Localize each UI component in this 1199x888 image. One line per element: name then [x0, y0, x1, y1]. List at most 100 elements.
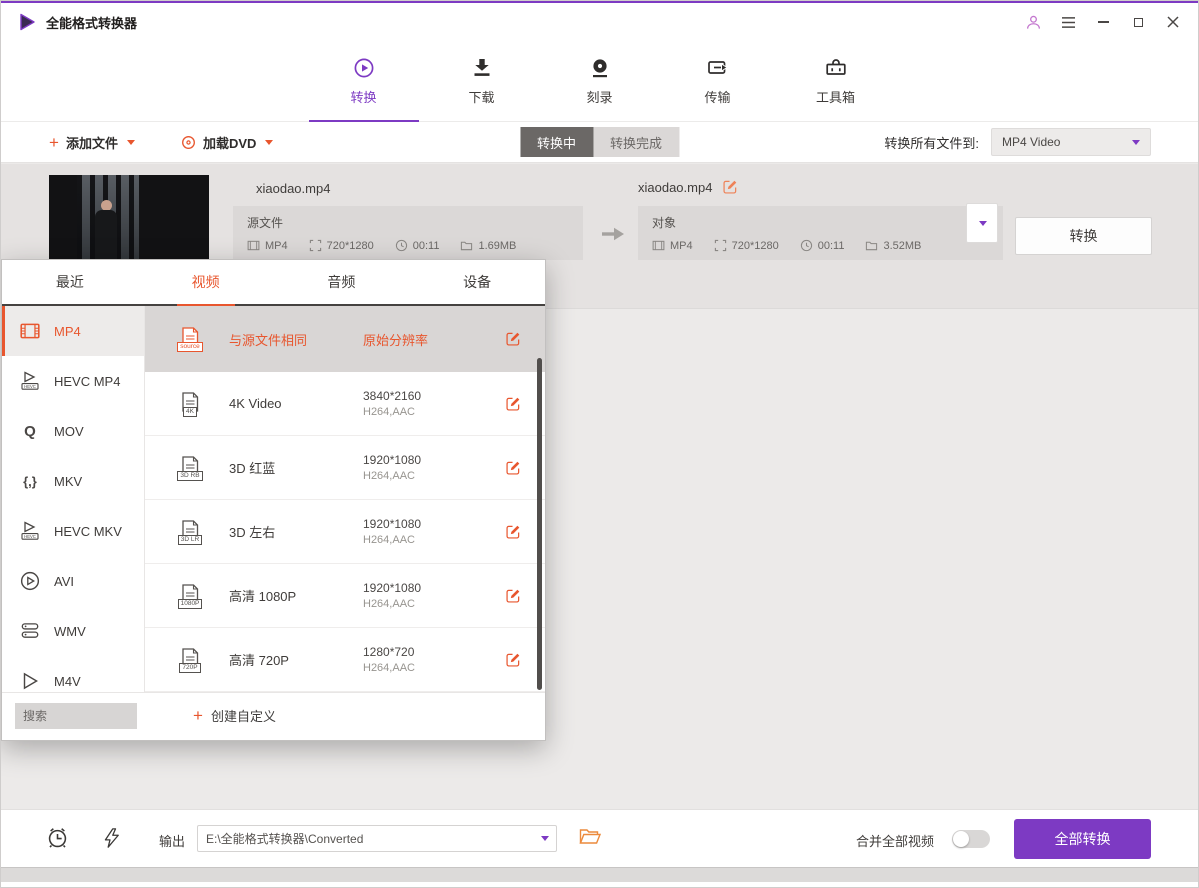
tab-converting[interactable]: 转换中: [520, 127, 593, 157]
tab-burn[interactable]: 刻录: [567, 41, 633, 121]
format-item-hevc-mp4[interactable]: HEVC HEVC MP4: [2, 356, 144, 406]
target-size: 3.52MB: [865, 239, 921, 252]
preset-hd-720p[interactable]: 720P 高清 720P 1280*720H264,AAC: [145, 628, 545, 692]
preset-scrollbar[interactable]: [537, 358, 542, 690]
maximize-button[interactable]: [1129, 13, 1147, 31]
layers-icon: [18, 619, 42, 643]
add-files-button[interactable]: + 添加文件: [49, 133, 135, 152]
popup-tab-recent[interactable]: 最近: [2, 260, 138, 304]
preset-same-as-source[interactable]: source 与源文件相同 原始分辨率: [145, 306, 545, 372]
queue-tabs: 转换中 转换完成: [520, 127, 679, 157]
edit-preset-icon[interactable]: [505, 588, 521, 604]
app-window: 全能格式转换器 转换 下载 刻录 传输 工具箱: [0, 0, 1199, 888]
chevron-down-icon[interactable]: [541, 836, 549, 841]
high-speed-icon[interactable]: [100, 827, 120, 849]
format-picker-popup: 最近 视频 音频 设备 MP4 HEVC HEVC MP4 Q: [1, 259, 546, 741]
video-format-icon: [652, 239, 665, 252]
source-file-name: xiaodao.mp4: [256, 181, 330, 196]
edit-preset-icon[interactable]: [505, 524, 521, 540]
preset-4k-video[interactable]: 4K 4K Video 3840*2160H264,AAC: [145, 372, 545, 436]
output-format-select[interactable]: MP4 Video: [991, 128, 1151, 156]
popup-tab-device[interactable]: 设备: [409, 260, 545, 304]
format-search-input[interactable]: [15, 703, 137, 729]
convert-all-button[interactable]: 全部转换: [1014, 819, 1151, 859]
preset-3d-left-right[interactable]: 3D LR 3D 左右 1920*1080H264,AAC: [145, 500, 545, 564]
content-area: xiaodao.mp4 源文件 MP4 720*1280 00:11 1.69M…: [1, 163, 1198, 809]
format-item-m4v[interactable]: M4V: [2, 656, 144, 692]
load-dvd-button[interactable]: 加载DVD: [181, 133, 273, 152]
account-icon[interactable]: [1024, 13, 1042, 31]
chevron-down-icon: [127, 140, 135, 145]
resolution-icon: [714, 239, 727, 252]
create-custom-button[interactable]: + 创建自定义: [193, 706, 276, 725]
resolution-icon: [309, 239, 322, 252]
menu-icon[interactable]: [1059, 13, 1077, 31]
flow-arrow-icon: [600, 225, 626, 243]
target-format-dropdown-button[interactable]: [966, 203, 998, 243]
transfer-icon: [706, 56, 730, 80]
tab-download[interactable]: 下载: [449, 41, 515, 121]
footer-bar: 输出 合并全部视频 全部转换: [1, 809, 1198, 867]
hevc-play-icon: HEVC: [18, 519, 42, 543]
popup-tab-video[interactable]: 视频: [138, 260, 274, 304]
hevc-play-icon: HEVC: [18, 369, 42, 393]
tab-convert-label: 转换: [350, 87, 376, 106]
format-picker-body: MP4 HEVC HEVC MP4 Q MOV {,} MKV: [2, 306, 545, 692]
format-item-wmv[interactable]: WMV: [2, 606, 144, 656]
minimize-button[interactable]: [1094, 13, 1112, 31]
plus-icon: +: [193, 707, 203, 724]
titlebar: 全能格式转换器: [1, 3, 1198, 41]
create-custom-label: 创建自定义: [211, 706, 276, 725]
toolbox-icon: [824, 56, 848, 80]
popup-tab-audio[interactable]: 音频: [274, 260, 410, 304]
tab-finished[interactable]: 转换完成: [593, 127, 679, 157]
edit-preset-icon[interactable]: [505, 331, 521, 347]
main-nav: 转换 下载 刻录 传输 工具箱: [1, 41, 1198, 122]
close-button[interactable]: [1164, 13, 1182, 31]
format-item-mov[interactable]: Q MOV: [2, 406, 144, 456]
film-strip-icon: [18, 319, 42, 343]
format-item-avi[interactable]: AVI: [2, 556, 144, 606]
preset-format-icon: 3D LR: [173, 519, 207, 545]
merge-toggle[interactable]: [952, 830, 990, 848]
output-path-input[interactable]: [197, 825, 557, 852]
source-panel-title: 源文件: [247, 214, 569, 231]
format-item-mkv[interactable]: {,} MKV: [2, 456, 144, 506]
tab-burn-label: 刻录: [586, 87, 612, 106]
window-bottom-edge: [1, 867, 1198, 882]
format-list: MP4 HEVC HEVC MP4 Q MOV {,} MKV: [2, 306, 145, 692]
clock-icon: [800, 239, 813, 252]
burn-icon: [588, 56, 612, 80]
edit-preset-icon[interactable]: [505, 396, 521, 412]
preset-format-icon: 4K: [173, 391, 207, 417]
open-folder-icon[interactable]: [579, 827, 601, 846]
target-name-row: xiaodao.mp4: [638, 179, 738, 195]
target-panel-title: 对象: [652, 214, 989, 231]
convert-file-button[interactable]: 转换: [1015, 217, 1152, 255]
rename-icon[interactable]: [722, 179, 738, 195]
preset-format-icon: source: [173, 326, 207, 352]
preset-hd-1080p[interactable]: 1080P 高清 1080P 1920*1080H264,AAC: [145, 564, 545, 628]
preset-3d-red-blue[interactable]: 3D RB 3D 红蓝 1920*1080H264,AAC: [145, 436, 545, 500]
merge-videos-label: 合并全部视频: [856, 831, 934, 850]
app-title: 全能格式转换器: [46, 13, 137, 32]
output-format-value: MP4 Video: [1002, 135, 1060, 149]
tab-toolbox[interactable]: 工具箱: [803, 41, 869, 121]
schedule-icon[interactable]: [45, 825, 70, 850]
preset-list: source 与源文件相同 原始分辨率 4K 4K Video 3840*216…: [145, 306, 545, 692]
edit-preset-icon[interactable]: [505, 652, 521, 668]
target-info-panel: 对象 MP4 720*1280 00:11 3.52MB: [638, 206, 1003, 260]
toolbar: + 添加文件 加载DVD 转换中 转换完成 转换所有文件到: MP4 Video: [1, 122, 1198, 163]
preset-format-icon: 3D RB: [173, 455, 207, 481]
format-item-mp4[interactable]: MP4: [2, 306, 144, 356]
folder-icon: [460, 239, 473, 252]
tab-transfer[interactable]: 传输: [685, 41, 751, 121]
format-item-hevc-mkv[interactable]: HEVC HEVC MKV: [2, 506, 144, 556]
source-format: MP4: [247, 239, 288, 252]
play-outline-icon: [18, 669, 42, 692]
edit-preset-icon[interactable]: [505, 460, 521, 476]
clock-icon: [395, 239, 408, 252]
video-format-icon: [247, 239, 260, 252]
target-duration: 00:11: [800, 239, 845, 252]
tab-convert[interactable]: 转换: [331, 41, 397, 121]
